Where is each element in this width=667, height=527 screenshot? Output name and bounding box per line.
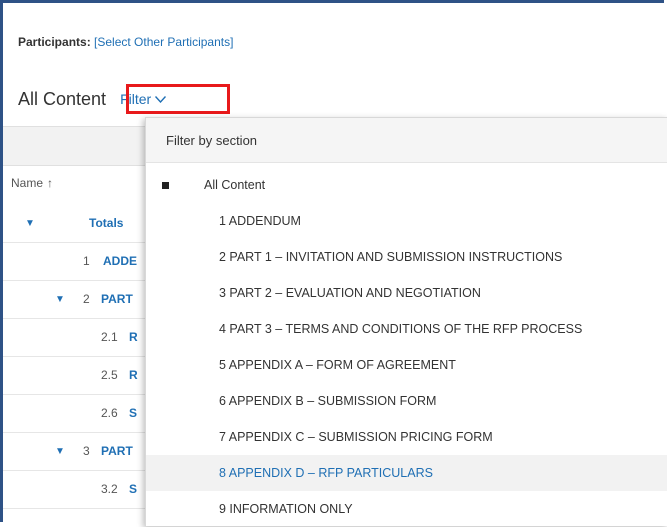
filter-option-information-only[interactable]: 9 INFORMATION ONLY: [146, 491, 667, 527]
filter-option-appendix-d[interactable]: 8 APPENDIX D – RFP PARTICULARS: [146, 455, 667, 491]
row-name: PART: [101, 292, 133, 306]
filter-option-all-content[interactable]: All Content: [146, 167, 667, 203]
filter-option-label: 4 PART 3 – TERMS AND CONDITIONS OF THE R…: [219, 322, 583, 336]
filter-option-label: 1 ADDENDUM: [219, 214, 301, 228]
table-row[interactable]: 3.2 S: [3, 470, 147, 509]
expand-triangle-icon[interactable]: ▼: [55, 446, 65, 457]
content-heading-row: All Content Filter: [18, 84, 170, 114]
row-number: 2.5: [101, 368, 118, 382]
filter-option-part-1[interactable]: 2 PART 1 – INVITATION AND SUBMISSION INS…: [146, 239, 667, 275]
table-row[interactable]: 2.6 S: [3, 394, 147, 433]
filter-option-label: 2 PART 1 – INVITATION AND SUBMISSION INS…: [219, 250, 563, 264]
row-name: R: [129, 330, 138, 344]
row-number: 3: [83, 444, 90, 458]
row-number: 2.1: [101, 330, 118, 344]
table-row[interactable]: 1 ADDE: [3, 242, 147, 281]
row-number: 2.6: [101, 406, 118, 420]
filter-dropdown-menu: Filter by section All Content 1 ADDENDUM…: [145, 117, 667, 526]
row-name: ADDE: [103, 254, 138, 268]
expand-triangle-icon[interactable]: ▼: [25, 218, 35, 229]
filter-option-addendum[interactable]: 1 ADDENDUM: [146, 203, 667, 239]
dropdown-header: Filter by section: [146, 118, 667, 163]
table-row[interactable]: ▼ Totals: [3, 204, 147, 243]
table-row[interactable]: 2.5 R: [3, 356, 147, 395]
row-name: S: [129, 406, 138, 420]
chevron-down-icon: [155, 95, 167, 103]
row-name: R: [129, 368, 138, 382]
filter-option-label: 6 APPENDIX B – SUBMISSION FORM: [219, 394, 437, 408]
participants-label: Participants:: [18, 35, 91, 49]
row-name: PART: [101, 444, 133, 458]
filter-option-appendix-a[interactable]: 5 APPENDIX A – FORM OF AGREEMENT: [146, 347, 667, 383]
row-number: 2: [83, 292, 90, 306]
sort-ascending-icon: ↑: [47, 176, 54, 190]
selected-bullet-icon: [162, 181, 169, 189]
row-number: 1: [83, 254, 90, 268]
filter-option-label: 9 INFORMATION ONLY: [219, 502, 353, 516]
filter-option-label: 5 APPENDIX A – FORM OF AGREEMENT: [219, 358, 456, 372]
filter-option-label: 3 PART 2 – EVALUATION AND NEGOTIATION: [219, 286, 481, 300]
filter-option-appendix-b[interactable]: 6 APPENDIX B – SUBMISSION FORM: [146, 383, 667, 419]
select-other-participants-link[interactable]: [Select Other Participants]: [94, 35, 233, 49]
participants-bar: Participants: [Select Other Participants…: [18, 35, 233, 49]
filter-label: Filter: [120, 91, 152, 107]
row-number: 3.2: [101, 482, 118, 496]
table-row[interactable]: ▼ 3 PART: [3, 432, 147, 471]
filter-option-label: 7 APPENDIX C – SUBMISSION PRICING FORM: [219, 430, 493, 444]
table-row[interactable]: ▼ 2 PART: [3, 280, 147, 319]
filter-dropdown-button[interactable]: Filter: [116, 89, 170, 109]
table-row[interactable]: 2.1 R: [3, 318, 147, 357]
filter-option-part-2[interactable]: 3 PART 2 – EVALUATION AND NEGOTIATION: [146, 275, 667, 311]
expand-triangle-icon[interactable]: ▼: [55, 294, 65, 305]
filter-option-part-3[interactable]: 4 PART 3 – TERMS AND CONDITIONS OF THE R…: [146, 311, 667, 347]
filter-option-appendix-c[interactable]: 7 APPENDIX C – SUBMISSION PRICING FORM: [146, 419, 667, 455]
filter-option-label: 8 APPENDIX D – RFP PARTICULARS: [219, 466, 433, 480]
filter-option-label: All Content: [204, 178, 266, 192]
name-column-label: Name: [11, 176, 44, 190]
row-name: Totals: [89, 216, 124, 230]
row-name: S: [129, 482, 138, 496]
name-column-header[interactable]: Name ↑: [11, 176, 53, 190]
page-title: All Content: [18, 88, 107, 109]
